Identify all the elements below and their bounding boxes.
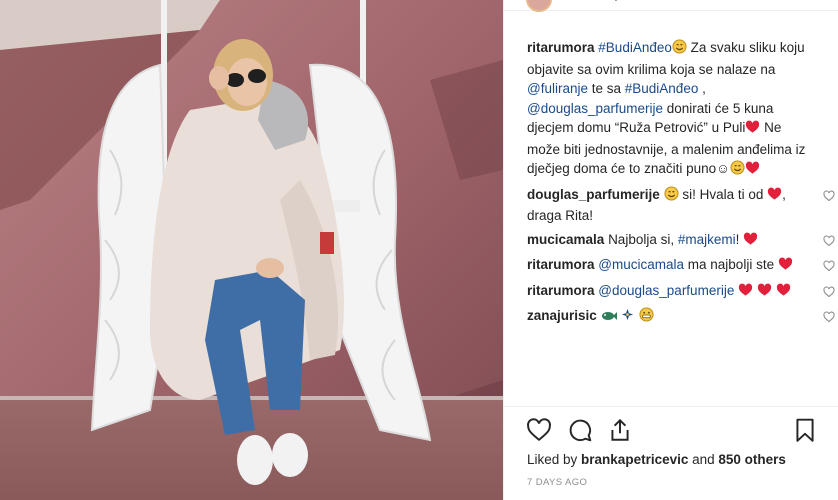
- comment-link[interactable]: @douglas_parfumerije: [598, 283, 734, 298]
- photo-illustration: [0, 0, 503, 500]
- comment-like-icon[interactable]: [823, 284, 835, 297]
- comment-item: zanajurisic: [527, 306, 835, 328]
- likes-user[interactable]: brankapetricevic: [581, 452, 688, 467]
- comment-item: douglas_parfumerije si! Hvala ti od , dr…: [527, 185, 835, 226]
- comment-text: ,: [698, 81, 706, 96]
- smile-emoji-icon: [730, 160, 745, 181]
- post-header: fuliranje: [504, 0, 838, 12]
- comment-link[interactable]: #majkemi: [678, 232, 736, 247]
- post-sidebar: fuliranje ritarumora #BudiAnđeo Za svaku…: [503, 0, 838, 500]
- comment-username[interactable]: douglas_parfumerije: [527, 187, 660, 202]
- comment-like-icon[interactable]: [823, 309, 835, 323]
- heart-outline-icon[interactable]: [526, 417, 552, 443]
- smile-emoji-icon: [672, 39, 687, 60]
- comment-username[interactable]: ritarumora: [527, 283, 595, 298]
- likes-mid: and: [688, 452, 719, 467]
- fairy-emoji-icon: [620, 307, 635, 328]
- comment-like-icon[interactable]: [823, 233, 835, 246]
- comment-text: si! Hvala ti od: [678, 186, 768, 202]
- comment-text: Najbolja si,: [608, 231, 678, 247]
- comment-link[interactable]: #BudiAnđeo: [625, 81, 699, 96]
- comment-link[interactable]: @mucicamala: [598, 257, 684, 272]
- post-photo[interactable]: [0, 0, 503, 500]
- heart-emoji-icon: [757, 283, 772, 303]
- likes-summary: Liked by brankapetricevic and 850 others: [527, 452, 786, 467]
- comment-item: mucicamala Najbolja si, #majkemi!: [527, 230, 835, 252]
- avatar[interactable]: [526, 0, 552, 12]
- fish-emoji-icon: [601, 308, 617, 328]
- heart-emoji-icon: [767, 187, 782, 207]
- comment-link[interactable]: @fuliranje: [527, 81, 588, 96]
- likes-prefix: Liked by: [527, 452, 582, 467]
- comment-text: !: [735, 231, 744, 247]
- grin-emoji-icon: [639, 307, 654, 328]
- share-icon[interactable]: [607, 417, 633, 443]
- comment-username[interactable]: mucicamala: [527, 232, 604, 247]
- heart-emoji-icon: [745, 120, 760, 140]
- comment-link[interactable]: @douglas_parfumerije: [527, 101, 663, 116]
- comment-like-icon[interactable]: [823, 258, 835, 272]
- comment-bubble-icon[interactable]: [567, 417, 593, 443]
- comment-like-icon[interactable]: [823, 188, 835, 201]
- comment-username[interactable]: zanajurisic: [527, 308, 597, 323]
- likes-count[interactable]: 850 others: [718, 452, 786, 467]
- comments-list: ritarumora #BudiAnđeo Za svaku sliku koj…: [527, 38, 835, 332]
- header-username[interactable]: fuliranje: [580, 0, 626, 1]
- comment-text: ma najbolji ste: [684, 257, 778, 272]
- actions-bar: [504, 406, 838, 451]
- heart-emoji-icon: [776, 283, 791, 303]
- smile-emoji-icon: [664, 185, 679, 207]
- comment-text: te sa: [587, 81, 625, 96]
- heart-emoji-icon: [778, 257, 793, 277]
- heart-emoji-icon: [745, 161, 760, 181]
- comment-username[interactable]: ritarumora: [527, 40, 595, 55]
- comment-username[interactable]: ritarumora: [527, 257, 595, 272]
- comment-item: ritarumora @mucicamala ma najbolji ste: [527, 255, 835, 277]
- comment-link[interactable]: #BudiAnđeo: [598, 40, 672, 55]
- bookmark-icon[interactable]: [792, 417, 818, 443]
- post-timestamp[interactable]: 7 DAYS AGO: [527, 477, 587, 488]
- heart-emoji-icon: [743, 232, 758, 252]
- heart-emoji-icon: [738, 283, 753, 303]
- comment-item: ritarumora @douglas_parfumerije: [527, 281, 835, 303]
- comment-item: ritarumora #BudiAnđeo Za svaku sliku koj…: [527, 38, 817, 181]
